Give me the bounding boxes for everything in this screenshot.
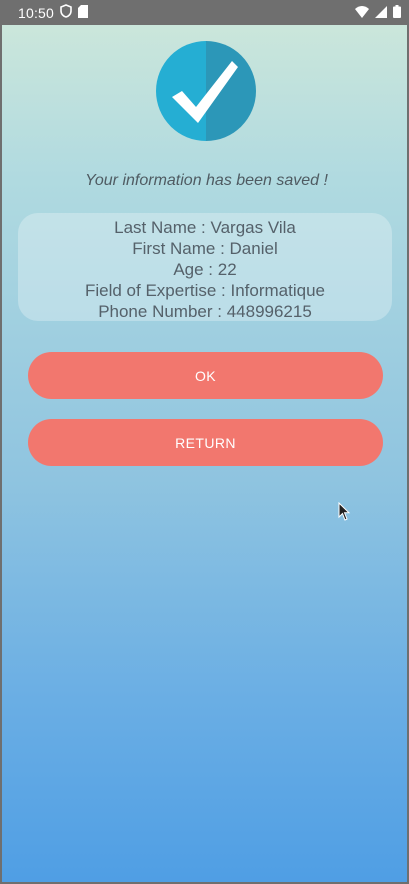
battery-icon [393, 4, 401, 21]
wifi-icon [355, 5, 369, 21]
status-time: 10:50 [18, 4, 55, 21]
info-card: Last Name : Vargas Vila First Name : Dan… [18, 213, 392, 321]
last-name-text: Last Name : Vargas Vila [114, 218, 296, 237]
status-bar: 10:50 [2, 0, 409, 25]
app-screen: 10:50 Your information has been saved ! … [0, 0, 409, 884]
age-text: Age : 22 [173, 260, 237, 279]
phone-text: Phone Number : 448996215 [98, 302, 312, 321]
ok-button[interactable]: OK [28, 352, 383, 399]
field-text: Field of Expertise : Informatique [84, 281, 325, 300]
mouse-cursor-icon [338, 502, 351, 521]
return-button[interactable]: RETURN [28, 419, 383, 466]
first-name-text: First Name : Daniel [132, 239, 278, 258]
signal-icon [375, 5, 387, 21]
saved-message: Your information has been saved ! [85, 172, 328, 189]
sd-card-icon [78, 4, 89, 21]
checkmark-circle-icon [156, 41, 256, 141]
shield-icon [60, 4, 72, 21]
